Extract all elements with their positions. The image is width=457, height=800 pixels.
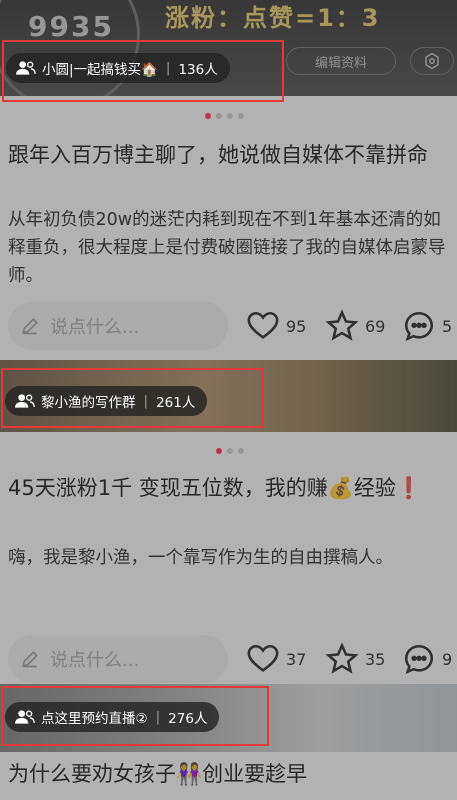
collect-count: 35 [365,649,386,669]
divider: | [155,709,161,725]
pencil-icon [22,318,38,335]
like-count: 37 [286,649,307,669]
group-member-count: 136人 [178,62,218,78]
note-title[interactable]: 45天涨粉1千 变现五位数，我的赚💰经验❗ [8,472,453,504]
carousel-dot [238,113,244,119]
note-body: 从年初负债20w的迷茫内耗到现在不到1年基本还清的如释重负，很大程度上是付费破圈… [8,210,446,286]
note-card-2[interactable]: 45天涨粉1千 变现五位数，我的赚💰经验❗ 嗨，我是黎小渔，一个靠写作为生的自由… [0,432,457,684]
comment-button[interactable]: 9 [402,642,452,676]
group-name: 黎小渔的写作群 [41,395,136,411]
comment-placeholder: 说点什么... [50,650,140,671]
group-member-count: 276人 [168,711,208,727]
like-count: 95 [286,316,307,336]
gear-icon [425,52,439,70]
note-title[interactable]: 为什么要劝女孩子👭创业要趁早 [8,758,453,790]
comment-bubble-icon [404,311,434,342]
banner-title: 涨粉：点赞=1：3 [165,4,381,32]
carousel-dots [205,113,244,119]
carousel-dot-active [205,113,211,119]
carousel-dots [216,448,244,454]
comment-input[interactable]: 说点什么... [8,635,228,683]
star-icon [325,309,359,341]
edit-profile-button[interactable]: 编辑资料 [286,47,396,75]
comment-count: 9 [442,649,453,669]
comment-bubble-icon [404,644,434,675]
comment-input[interactable]: 说点什么... [8,302,228,350]
heart-icon [247,311,279,339]
group-chat-chip-3[interactable]: 点这里预约直播② | 276人 [5,702,220,732]
comment-placeholder: 说点什么... [50,317,140,338]
carousel-dot [227,448,233,454]
carousel-dot [227,113,233,119]
collect-count: 69 [365,316,386,336]
divider: | [165,60,171,76]
divider: | [143,393,149,409]
note-card-3[interactable]: 为什么要劝女孩子👭创业要趁早 [0,752,457,800]
comment-count: 5 [442,316,453,336]
collect-button[interactable]: 69 [325,309,385,343]
group-chat-chip-1[interactable]: 小圆|一起搞钱买🏠 | 136人 [6,53,230,83]
comment-button[interactable]: 5 [402,309,452,343]
group-member-count: 261人 [156,395,196,411]
pencil-icon [22,651,38,668]
carousel-dot [216,113,222,119]
collect-button[interactable]: 35 [325,642,385,676]
like-button[interactable]: 95 [246,309,306,343]
people-icon [15,394,35,408]
star-icon [325,642,359,674]
group-name: 点这里预约直播② [41,711,148,727]
settings-button[interactable] [410,47,454,75]
note-title[interactable]: 跟年入百万博主聊了，她说做自媒体不靠拼命 [8,139,453,171]
carousel-dot-active [216,448,222,454]
group-name: 小圆|一起搞钱买🏠 [42,62,158,78]
group-chat-chip-2[interactable]: 黎小渔的写作群 | 261人 [5,386,208,416]
like-button[interactable]: 37 [246,642,306,676]
note-card-1[interactable]: 跟年入百万博主聊了，她说做自媒体不靠拼命 从年初负债20w的迷茫内耗到现在不到1… [0,96,457,360]
banner-number: 9935 [28,10,114,43]
people-icon [15,710,35,724]
people-icon [16,61,36,75]
heart-icon [247,644,279,672]
note-body: 嗨，我是黎小渔，一个靠写作为生的自由撰稿人。 [8,548,393,568]
carousel-dot [238,448,244,454]
